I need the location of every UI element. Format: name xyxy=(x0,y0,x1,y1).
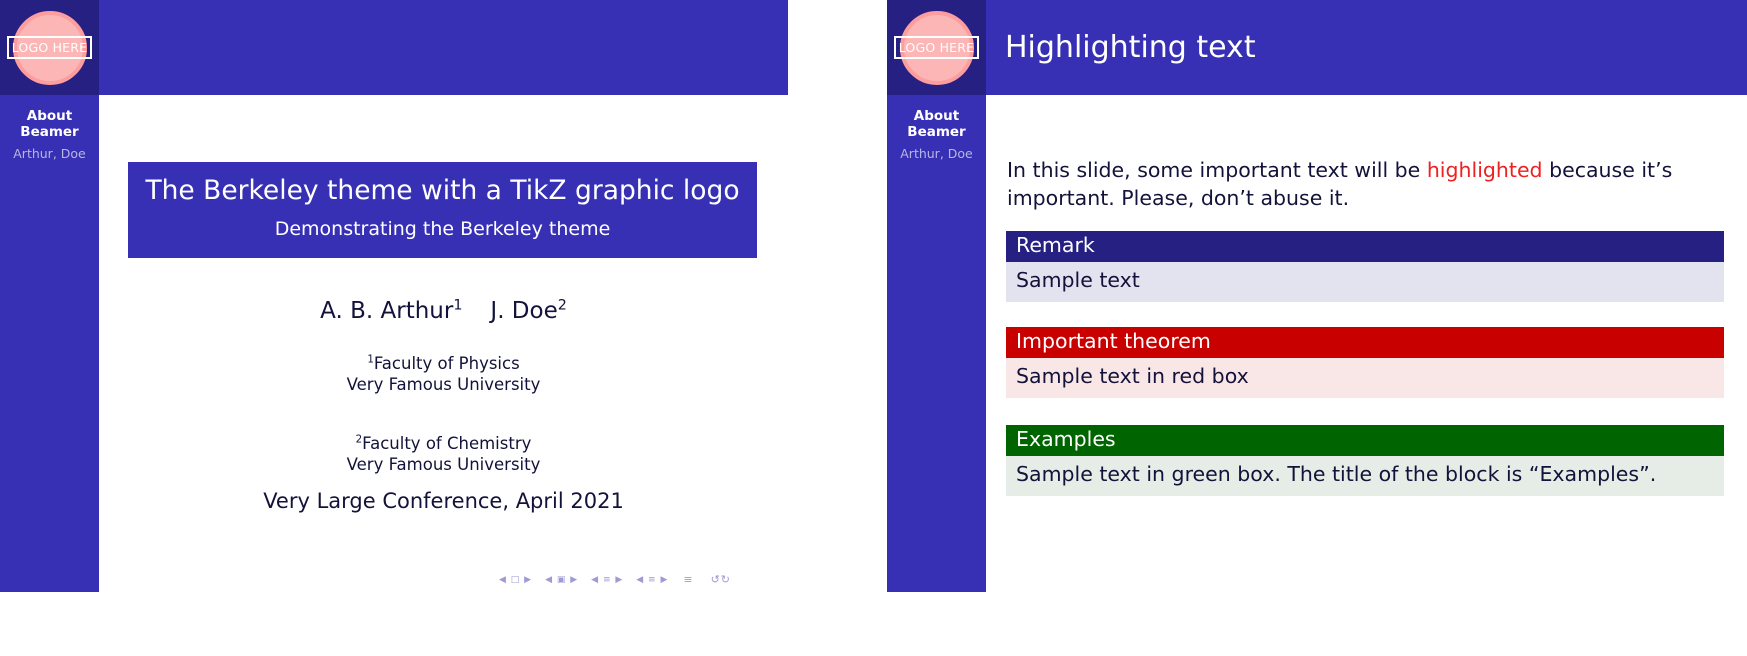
author-1-marker: 1 xyxy=(453,297,463,313)
block-important-theorem: Important theorem Sample text in red box xyxy=(1006,327,1724,398)
author-list: A. B. Arthur1 J. Doe2 xyxy=(99,297,788,324)
block-remark-title: Remark xyxy=(1006,231,1724,262)
logo-area: LOGO HERE xyxy=(0,0,99,95)
sidebar: LOGO HERE About Beamer Arthur, Doe xyxy=(887,0,986,592)
sidebar-authors: Arthur, Doe xyxy=(13,146,86,161)
conference-line: Very Large Conference, April 2021 xyxy=(263,489,624,513)
author-2-marker: 2 xyxy=(557,297,567,313)
nav-prev-subsection[interactable]: ◀ ≡ ▶ xyxy=(591,575,623,585)
frame-title: Highlighting text xyxy=(1005,30,1256,65)
slide-body: In this slide, some important text will … xyxy=(986,95,1747,592)
nav-prev-slide[interactable]: ◀ ≡ ▶ xyxy=(636,575,668,585)
logo-label: LOGO HERE xyxy=(893,36,980,59)
affiliation-1: 1Faculty of Physics Very Famous Universi… xyxy=(99,353,788,396)
paragraph-before: In this slide, some important text will … xyxy=(1007,158,1427,182)
presentation-subtitle: Demonstrating the Berkeley theme xyxy=(274,218,611,241)
author-2: J. Doe2 xyxy=(490,297,567,324)
logo-area: LOGO HERE xyxy=(887,0,986,95)
header-bar xyxy=(99,0,788,95)
block-remark: Remark Sample text xyxy=(1006,231,1724,302)
affiliation-2: 2Faculty of Chemistry Very Famous Univer… xyxy=(99,433,788,476)
sidebar-section-about-beamer[interactable]: About Beamer xyxy=(0,108,99,140)
affiliation-2-institution: Very Famous University xyxy=(346,455,541,475)
sidebar: LOGO HERE About Beamer Arthur, Doe xyxy=(0,0,99,592)
sidebar-section-about-beamer[interactable]: About Beamer xyxy=(887,108,986,140)
slide-title: LOGO HERE About Beamer Arthur, Doe The B… xyxy=(0,0,788,592)
affiliation-2-dept: 2Faculty of Chemistry xyxy=(355,434,532,453)
sidebar-authors: Arthur, Doe xyxy=(900,146,973,161)
navigation-bar[interactable]: ◀ □ ▶ ◀ ▣ ▶ ◀ ≡ ▶ ◀ ≡ ▶ ≡ ↺↻ xyxy=(499,573,744,586)
author-1: A. B. Arthur1 xyxy=(320,297,463,324)
nav-prev-frame[interactable]: ◀ ▣ ▶ xyxy=(545,575,578,585)
presentation-title: The Berkeley theme with a TikZ graphic l… xyxy=(145,175,740,206)
block-remark-body: Sample text xyxy=(1006,261,1724,302)
slide-gutter xyxy=(788,0,887,592)
block-examples-title: Examples xyxy=(1006,425,1724,456)
nav-current-frame[interactable]: ≡ xyxy=(681,573,695,586)
presentation-deck: LOGO HERE About Beamer Arthur, Doe The B… xyxy=(0,0,1747,656)
slide-highlighting-text: Highlighting text LOGO HERE About Beamer… xyxy=(887,0,1747,592)
logo-label: LOGO HERE xyxy=(6,36,93,59)
slide-body: The Berkeley theme with a TikZ graphic l… xyxy=(99,95,788,592)
block-theorem-body: Sample text in red box xyxy=(1006,357,1724,398)
header-bar: Highlighting text xyxy=(986,0,1747,95)
block-examples-body: Sample text in green box. The title of t… xyxy=(1006,455,1724,496)
block-examples: Examples Sample text in green box. The t… xyxy=(1006,425,1724,496)
block-theorem-title: Important theorem xyxy=(1006,327,1724,358)
nav-first-slide[interactable]: ◀ □ ▶ xyxy=(499,575,532,585)
nav-zoom-icon[interactable]: ↺↻ xyxy=(709,573,733,586)
title-block: The Berkeley theme with a TikZ graphic l… xyxy=(128,162,757,259)
highlighted-text: highlighted xyxy=(1426,158,1543,182)
body-paragraph: In this slide, some important text will … xyxy=(1007,156,1725,213)
affiliation-1-institution: Very Famous University xyxy=(346,375,541,395)
affiliation-1-dept: 1Faculty of Physics xyxy=(367,354,520,373)
